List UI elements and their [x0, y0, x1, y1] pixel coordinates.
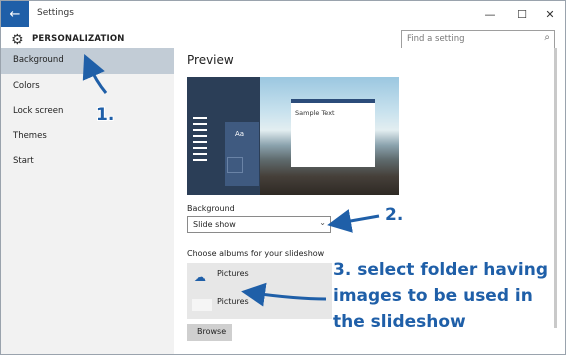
annotation-step1: 1. — [96, 105, 115, 125]
arrow-step2 — [327, 209, 380, 233]
annotation-step3-line3: the slideshow — [333, 312, 466, 332]
annotation-step2: 2. — [385, 205, 404, 225]
settings-window: ← Settings — ☐ ✕ ⚙ PERSONALIZATION Find … — [0, 0, 566, 355]
arrow-step3 — [241, 282, 327, 307]
arrow-step1 — [82, 54, 108, 94]
annotation-step3-line1: 3. select folder having — [333, 260, 548, 280]
annotation-step3-line2: images to be used in — [333, 286, 533, 306]
